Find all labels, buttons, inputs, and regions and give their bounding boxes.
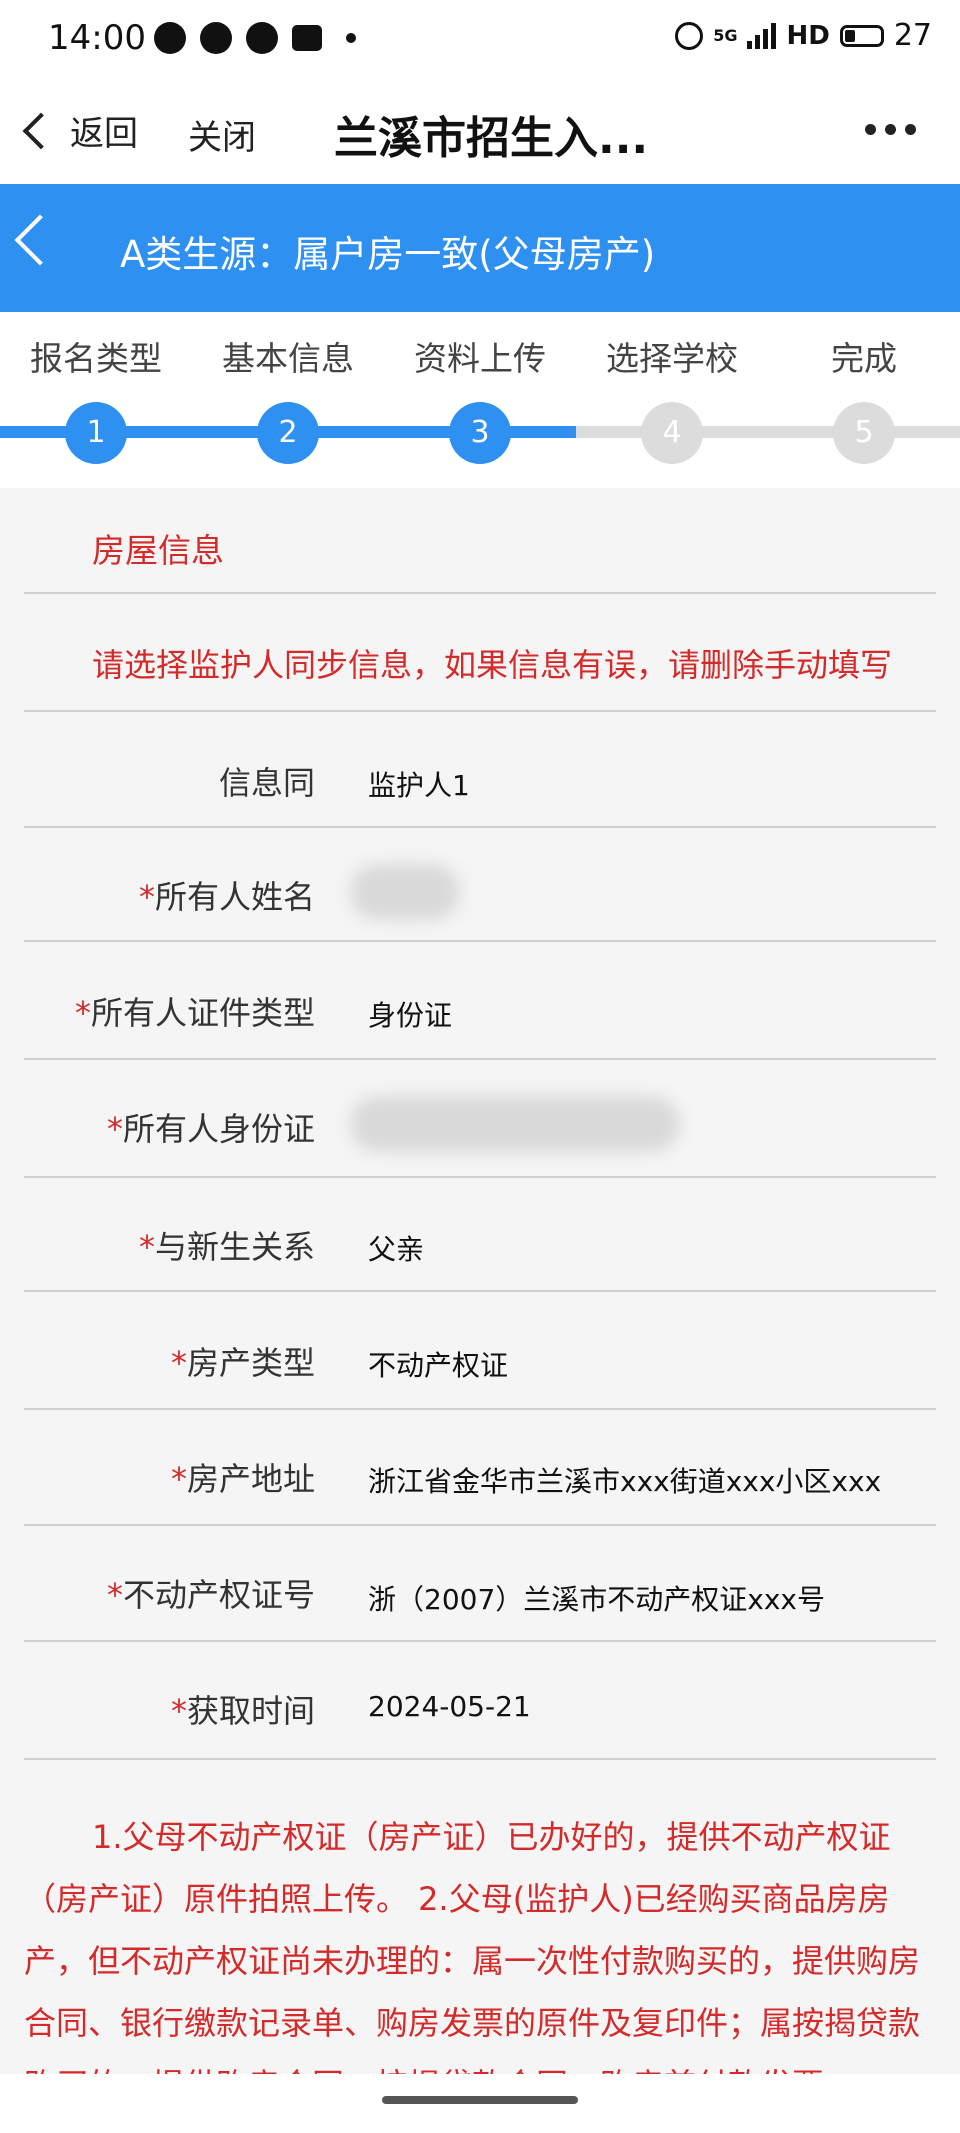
field-label-property-type: *房产类型 — [170, 1344, 315, 1382]
divider — [24, 592, 936, 594]
step-label-1: 报名类型 — [30, 339, 162, 378]
back-label: 返回 — [70, 114, 138, 154]
header-back-chevron-icon[interactable] — [14, 214, 66, 266]
divider — [24, 1290, 936, 1292]
info-source-select[interactable]: 监护人1 — [368, 764, 916, 804]
back-button[interactable]: 返回 — [22, 106, 138, 155]
field-label-info-source: 信息同 — [218, 764, 315, 802]
bottom-bar — [0, 2074, 960, 2133]
step-circle-1: 1 — [65, 402, 127, 464]
status-time: 14:00 — [48, 18, 146, 58]
divider — [24, 826, 936, 828]
hd-label: HD — [786, 20, 830, 51]
alarm-icon — [675, 21, 704, 50]
progress-stepper: 报名类型 基本信息 资料上传 选择学校 完成 1 2 3 4 5 — [0, 312, 960, 488]
field-label-property-address: *房产地址 — [170, 1460, 315, 1498]
more-options-icon[interactable] — [865, 124, 916, 135]
network-type: 5G — [713, 26, 738, 45]
chat-bubble-icon — [154, 22, 186, 54]
form-header-title: A类生源：属户房一致(父母房产) — [120, 233, 656, 276]
field-label-id-type: *所有人证件类型 — [74, 994, 315, 1032]
chevron-left-icon — [22, 112, 60, 149]
step-label-3: 资料上传 — [414, 339, 546, 378]
sync-notice: 请选择监护人同步信息，如果信息有误，请删除手动填写 — [92, 646, 893, 684]
notification-icons — [154, 22, 356, 54]
status-right: 5G HD 27 — [675, 18, 932, 53]
battery-level: 27 — [893, 18, 932, 53]
divider — [24, 940, 936, 942]
app-notification-icon — [246, 22, 278, 54]
divider — [24, 1408, 936, 1410]
close-button[interactable]: 关闭 — [188, 110, 256, 159]
step-circle-2: 2 — [257, 402, 319, 464]
divider — [24, 710, 936, 712]
field-label-owner-id: *所有人身份证 — [106, 1110, 315, 1148]
message-icon — [200, 22, 232, 54]
owner-id-field[interactable] — [350, 1096, 680, 1152]
nav-bar: 返回 关闭 兰溪市招生入... — [0, 80, 960, 184]
house-info-form: 房屋信息 请选择监护人同步信息，如果信息有误，请删除手动填写 信息同 监护人1 … — [0, 488, 960, 2074]
field-label-relationship: *与新生关系 — [138, 1228, 315, 1266]
divider — [24, 1758, 936, 1760]
property-type-select[interactable]: 不动产权证 — [368, 1344, 916, 1384]
section-title: 房屋信息 — [92, 531, 224, 570]
property-address-field[interactable]: 浙江省金华市兰溪市xxx街道xxx小区xxx — [368, 1460, 916, 1500]
step-circle-4: 4 — [641, 402, 703, 464]
upload-instructions: 1.父母不动产权证（房产证）已办好的，提供不动产权证（房产证）原件拍照上传。 2… — [24, 1818, 921, 2074]
certificate-number-field[interactable]: 浙（2007）兰溪市不动产权证xxx号 — [368, 1578, 916, 1618]
id-type-select[interactable]: 身份证 — [368, 994, 916, 1034]
signal-icon — [747, 22, 777, 49]
field-label-obtain-date: *获取时间 — [170, 1692, 315, 1730]
step-label-2: 基本信息 — [222, 339, 354, 378]
home-indicator[interactable] — [382, 2096, 578, 2104]
battery-icon — [839, 24, 884, 47]
page-title: 兰溪市招生入... — [334, 113, 649, 164]
divider — [24, 1058, 936, 1060]
form-header: A类生源：属户房一致(父母房产) — [0, 184, 960, 312]
divider — [24, 1524, 936, 1526]
obtain-date-field[interactable]: 2024-05-21 — [368, 1690, 916, 1723]
field-label-certificate-number: *不动产权证号 — [106, 1576, 315, 1614]
image-notification-icon — [292, 25, 322, 51]
field-label-owner-name: *所有人姓名 — [138, 878, 315, 916]
status-bar: 14:00 5G HD 27 — [0, 0, 960, 80]
divider — [24, 1176, 936, 1178]
step-label-4: 选择学校 — [606, 339, 738, 378]
step-circle-5: 5 — [833, 402, 895, 464]
progress-track-remaining — [576, 426, 960, 438]
relationship-select[interactable]: 父亲 — [368, 1228, 916, 1268]
step-label-5: 完成 — [831, 339, 897, 378]
step-circle-3: 3 — [449, 402, 511, 464]
more-notifications-dot-icon — [346, 33, 356, 43]
owner-name-field[interactable] — [350, 864, 460, 920]
divider — [24, 1640, 936, 1642]
